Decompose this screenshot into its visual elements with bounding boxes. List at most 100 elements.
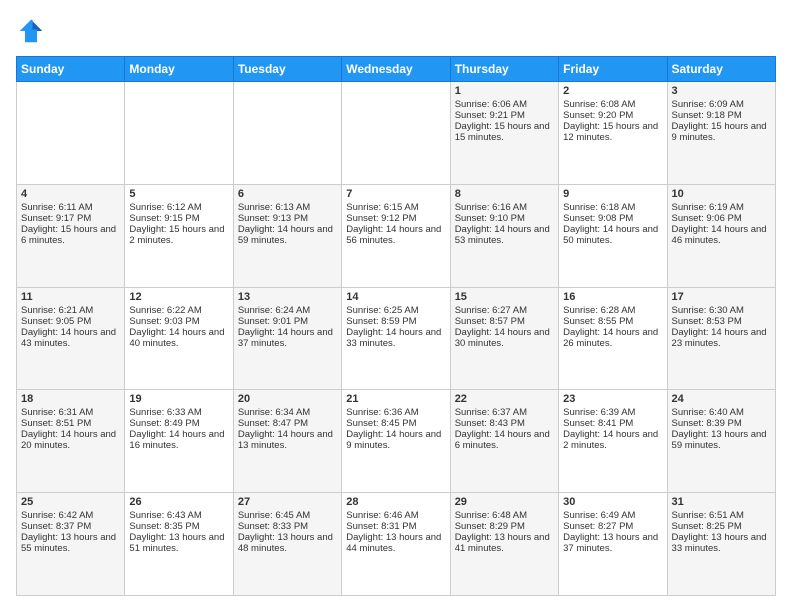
- daylight-text: Daylight: 14 hours and 20 minutes.: [21, 429, 120, 451]
- day-cell: 21Sunrise: 6:36 AMSunset: 8:45 PMDayligh…: [342, 390, 450, 493]
- daylight-text: Daylight: 14 hours and 46 minutes.: [672, 224, 771, 246]
- sunset-text: Sunset: 9:10 PM: [455, 213, 554, 224]
- sunrise-text: Sunrise: 6:15 AM: [346, 202, 445, 213]
- sunrise-text: Sunrise: 6:33 AM: [129, 407, 228, 418]
- header: [16, 16, 776, 46]
- day-cell: 22Sunrise: 6:37 AMSunset: 8:43 PMDayligh…: [450, 390, 558, 493]
- sunset-text: Sunset: 8:51 PM: [21, 418, 120, 429]
- day-number: 24: [672, 393, 771, 405]
- daylight-text: Daylight: 13 hours and 44 minutes.: [346, 532, 445, 554]
- day-number: 14: [346, 291, 445, 303]
- sunrise-text: Sunrise: 6:34 AM: [238, 407, 337, 418]
- sunset-text: Sunset: 8:55 PM: [563, 316, 662, 327]
- day-header-friday: Friday: [559, 57, 667, 82]
- day-number: 6: [238, 188, 337, 200]
- sunset-text: Sunset: 8:59 PM: [346, 316, 445, 327]
- calendar-header: SundayMondayTuesdayWednesdayThursdayFrid…: [17, 57, 776, 82]
- daylight-text: Daylight: 15 hours and 6 minutes.: [21, 224, 120, 246]
- week-row-3: 11Sunrise: 6:21 AMSunset: 9:05 PMDayligh…: [17, 287, 776, 390]
- day-cell: 19Sunrise: 6:33 AMSunset: 8:49 PMDayligh…: [125, 390, 233, 493]
- week-row-2: 4Sunrise: 6:11 AMSunset: 9:17 PMDaylight…: [17, 184, 776, 287]
- daylight-text: Daylight: 13 hours and 37 minutes.: [563, 532, 662, 554]
- sunrise-text: Sunrise: 6:24 AM: [238, 305, 337, 316]
- daylight-text: Daylight: 14 hours and 59 minutes.: [238, 224, 337, 246]
- day-cell: [233, 82, 341, 185]
- sunset-text: Sunset: 8:47 PM: [238, 418, 337, 429]
- daylight-text: Daylight: 13 hours and 55 minutes.: [21, 532, 120, 554]
- sunset-text: Sunset: 9:20 PM: [563, 110, 662, 121]
- day-cell: 28Sunrise: 6:46 AMSunset: 8:31 PMDayligh…: [342, 493, 450, 596]
- sunrise-text: Sunrise: 6:12 AM: [129, 202, 228, 213]
- day-cell: 31Sunrise: 6:51 AMSunset: 8:25 PMDayligh…: [667, 493, 775, 596]
- day-number: 31: [672, 496, 771, 508]
- sunrise-text: Sunrise: 6:36 AM: [346, 407, 445, 418]
- day-cell: [342, 82, 450, 185]
- day-cell: 11Sunrise: 6:21 AMSunset: 9:05 PMDayligh…: [17, 287, 125, 390]
- day-cell: 18Sunrise: 6:31 AMSunset: 8:51 PMDayligh…: [17, 390, 125, 493]
- sunset-text: Sunset: 9:15 PM: [129, 213, 228, 224]
- sunrise-text: Sunrise: 6:48 AM: [455, 510, 554, 521]
- calendar: SundayMondayTuesdayWednesdayThursdayFrid…: [16, 56, 776, 596]
- logo-icon: [16, 16, 46, 46]
- sunrise-text: Sunrise: 6:42 AM: [21, 510, 120, 521]
- day-number: 20: [238, 393, 337, 405]
- day-number: 3: [672, 85, 771, 97]
- day-cell: 6Sunrise: 6:13 AMSunset: 9:13 PMDaylight…: [233, 184, 341, 287]
- daylight-text: Daylight: 15 hours and 15 minutes.: [455, 121, 554, 143]
- daylight-text: Daylight: 14 hours and 37 minutes.: [238, 327, 337, 349]
- sunset-text: Sunset: 8:27 PM: [563, 521, 662, 532]
- day-cell: 29Sunrise: 6:48 AMSunset: 8:29 PMDayligh…: [450, 493, 558, 596]
- daylight-text: Daylight: 14 hours and 2 minutes.: [563, 429, 662, 451]
- daylight-text: Daylight: 13 hours and 48 minutes.: [238, 532, 337, 554]
- sunrise-text: Sunrise: 6:31 AM: [21, 407, 120, 418]
- day-header-wednesday: Wednesday: [342, 57, 450, 82]
- day-number: 29: [455, 496, 554, 508]
- sunset-text: Sunset: 8:49 PM: [129, 418, 228, 429]
- day-cell: 10Sunrise: 6:19 AMSunset: 9:06 PMDayligh…: [667, 184, 775, 287]
- day-cell: 9Sunrise: 6:18 AMSunset: 9:08 PMDaylight…: [559, 184, 667, 287]
- daylight-text: Daylight: 15 hours and 12 minutes.: [563, 121, 662, 143]
- sunrise-text: Sunrise: 6:28 AM: [563, 305, 662, 316]
- day-cell: 23Sunrise: 6:39 AMSunset: 8:41 PMDayligh…: [559, 390, 667, 493]
- day-number: 28: [346, 496, 445, 508]
- day-number: 2: [563, 85, 662, 97]
- day-cell: 26Sunrise: 6:43 AMSunset: 8:35 PMDayligh…: [125, 493, 233, 596]
- day-cell: 8Sunrise: 6:16 AMSunset: 9:10 PMDaylight…: [450, 184, 558, 287]
- sunset-text: Sunset: 8:31 PM: [346, 521, 445, 532]
- day-cell: 27Sunrise: 6:45 AMSunset: 8:33 PMDayligh…: [233, 493, 341, 596]
- sunrise-text: Sunrise: 6:11 AM: [21, 202, 120, 213]
- daylight-text: Daylight: 14 hours and 40 minutes.: [129, 327, 228, 349]
- sunset-text: Sunset: 8:37 PM: [21, 521, 120, 532]
- calendar-body: 1Sunrise: 6:06 AMSunset: 9:21 PMDaylight…: [17, 82, 776, 596]
- sunrise-text: Sunrise: 6:06 AM: [455, 99, 554, 110]
- day-number: 25: [21, 496, 120, 508]
- sunrise-text: Sunrise: 6:37 AM: [455, 407, 554, 418]
- day-cell: 16Sunrise: 6:28 AMSunset: 8:55 PMDayligh…: [559, 287, 667, 390]
- day-number: 10: [672, 188, 771, 200]
- sunset-text: Sunset: 9:18 PM: [672, 110, 771, 121]
- day-number: 17: [672, 291, 771, 303]
- day-cell: 17Sunrise: 6:30 AMSunset: 8:53 PMDayligh…: [667, 287, 775, 390]
- daylight-text: Daylight: 14 hours and 13 minutes.: [238, 429, 337, 451]
- sunset-text: Sunset: 8:25 PM: [672, 521, 771, 532]
- day-number: 11: [21, 291, 120, 303]
- day-number: 7: [346, 188, 445, 200]
- daylight-text: Daylight: 14 hours and 26 minutes.: [563, 327, 662, 349]
- day-cell: 2Sunrise: 6:08 AMSunset: 9:20 PMDaylight…: [559, 82, 667, 185]
- daylight-text: Daylight: 15 hours and 2 minutes.: [129, 224, 228, 246]
- sunrise-text: Sunrise: 6:25 AM: [346, 305, 445, 316]
- sunset-text: Sunset: 9:12 PM: [346, 213, 445, 224]
- daylight-text: Daylight: 13 hours and 41 minutes.: [455, 532, 554, 554]
- day-number: 13: [238, 291, 337, 303]
- day-number: 30: [563, 496, 662, 508]
- daylight-text: Daylight: 14 hours and 16 minutes.: [129, 429, 228, 451]
- day-cell: [17, 82, 125, 185]
- sunrise-text: Sunrise: 6:49 AM: [563, 510, 662, 521]
- day-cell: 20 Sunrise: 6:34 AMSunset: 8:47 PMDayligh…: [233, 390, 341, 493]
- sunset-text: Sunset: 8:41 PM: [563, 418, 662, 429]
- sunrise-text: Sunrise: 6:39 AM: [563, 407, 662, 418]
- sunrise-text: Sunrise: 6:19 AM: [672, 202, 771, 213]
- day-header-monday: Monday: [125, 57, 233, 82]
- day-number: 5: [129, 188, 228, 200]
- daylight-text: Daylight: 14 hours and 56 minutes.: [346, 224, 445, 246]
